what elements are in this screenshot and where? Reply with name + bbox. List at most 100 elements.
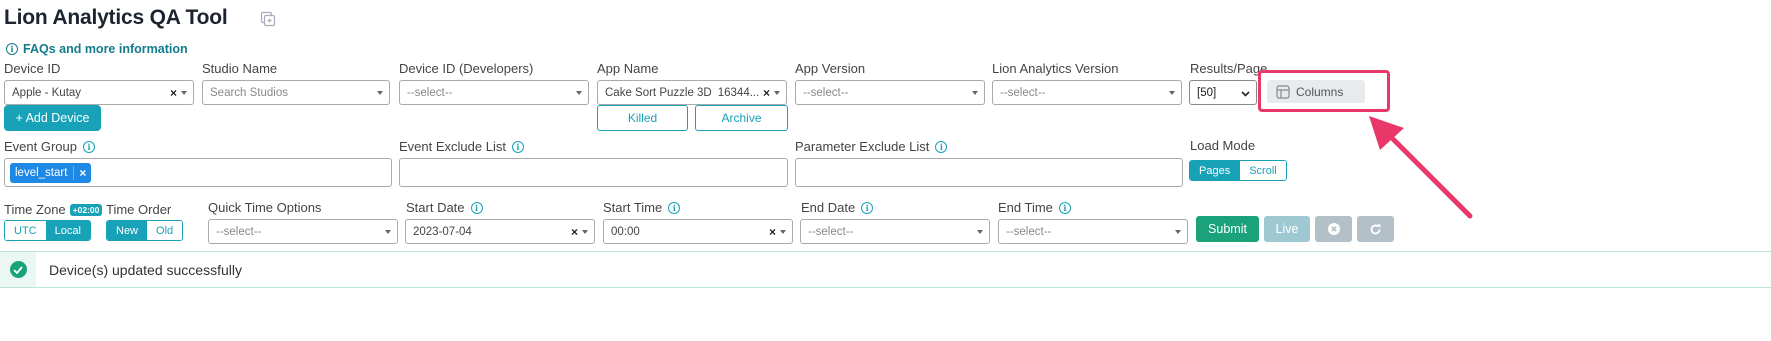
info-icon[interactable]: i <box>668 201 681 214</box>
refresh-icon <box>1370 224 1381 234</box>
clear-icon[interactable]: × <box>170 86 177 100</box>
device-id-value: Apple - Kutay <box>12 86 82 99</box>
time-order-label: Time Order <box>106 202 172 217</box>
start-date-value: 2023-07-04 <box>413 225 472 238</box>
refresh-button[interactable] <box>1357 216 1394 242</box>
time-zone-badge: +02:00 <box>69 203 103 216</box>
check-circle-icon <box>9 261 27 278</box>
close-circle-icon <box>1327 223 1340 235</box>
time-order-new[interactable]: New <box>107 221 148 240</box>
studio-name-select[interactable]: Search Studios <box>202 80 390 105</box>
event-group-input[interactable]: level_start × <box>4 158 392 187</box>
load-mode-toggle[interactable]: Pages Scroll <box>1189 160 1287 181</box>
param-exclude-label: Parameter Exclude List i <box>795 139 948 154</box>
device-id-dev-select[interactable]: --select-- <box>399 80 589 105</box>
info-icon: i <box>6 43 18 55</box>
results-page-value: [50] <box>1197 86 1217 99</box>
app-name-suffix: 16344... <box>717 86 760 99</box>
app-name-select[interactable]: Cake Sort Puzzle 3D 16344... × <box>597 80 787 105</box>
start-time-label-text: Start Time <box>603 200 663 215</box>
time-zone-local[interactable]: Local <box>45 221 90 240</box>
info-icon[interactable]: i <box>1058 201 1071 214</box>
columns-icon <box>1276 84 1290 99</box>
info-icon[interactable]: i <box>861 201 874 214</box>
faq-link-text[interactable]: FAQs and more information <box>23 42 188 56</box>
event-exclude-label: Event Exclude List i <box>399 139 524 154</box>
info-icon[interactable]: i <box>511 140 524 153</box>
start-time-select[interactable]: 00:00 × <box>603 219 793 244</box>
end-time-placeholder: --select-- <box>1006 225 1052 238</box>
end-date-label: End Date i <box>801 200 874 215</box>
time-zone-toggle[interactable]: UTC Local <box>4 220 91 241</box>
chevron-down-icon <box>774 91 780 95</box>
end-date-label-text: End Date <box>801 200 856 215</box>
end-time-label: End Time i <box>998 200 1071 215</box>
chevron-down-icon <box>1241 91 1250 97</box>
clear-button[interactable] <box>1315 216 1352 242</box>
pointer-arrow <box>1369 116 1473 219</box>
device-id-label: Device ID <box>4 61 61 76</box>
start-date-label-text: Start Date <box>406 200 465 215</box>
info-icon[interactable]: i <box>470 201 483 214</box>
lion-version-label: Lion Analytics Version <box>992 61 1119 76</box>
time-zone-utc[interactable]: UTC <box>5 221 46 240</box>
columns-label: Columns <box>1296 84 1344 99</box>
end-time-label-text: End Time <box>998 200 1053 215</box>
time-zone-label-text: Time Zone <box>4 202 66 217</box>
archive-button[interactable]: Archive <box>695 105 788 131</box>
results-page-select[interactable]: [50] <box>1189 80 1257 105</box>
end-date-select[interactable]: --select-- <box>800 219 990 244</box>
studio-name-placeholder: Search Studios <box>210 86 288 99</box>
event-exclude-input[interactable] <box>399 158 788 187</box>
load-mode-pages[interactable]: Pages <box>1190 161 1240 180</box>
time-order-toggle[interactable]: New Old <box>106 220 184 241</box>
time-zone-label: Time Zone +02:00 <box>4 202 103 217</box>
param-exclude-input[interactable] <box>795 158 1183 187</box>
load-mode-scroll[interactable]: Scroll <box>1239 161 1286 180</box>
start-date-select[interactable]: 2023-07-04 × <box>405 219 595 244</box>
event-group-label: Event Group i <box>4 139 95 154</box>
time-order-old[interactable]: Old <box>147 221 183 240</box>
device-id-dev-placeholder: --select-- <box>407 86 453 99</box>
chevron-down-icon <box>377 91 383 95</box>
copy-icon[interactable] <box>260 11 276 27</box>
end-time-select[interactable]: --select-- <box>998 219 1188 244</box>
chevron-down-icon <box>576 91 582 95</box>
start-date-label: Start Date i <box>406 200 483 215</box>
param-exclude-label-text: Parameter Exclude List <box>795 139 930 154</box>
submit-button[interactable]: Submit <box>1196 216 1259 242</box>
quick-time-label: Quick Time Options <box>208 200 322 215</box>
load-mode-label: Load Mode <box>1190 138 1256 153</box>
clear-icon[interactable]: × <box>763 86 770 100</box>
alert-icon-box <box>0 252 36 287</box>
info-icon[interactable]: i <box>83 140 95 153</box>
clear-icon[interactable]: × <box>769 225 776 239</box>
end-date-placeholder: --select-- <box>808 225 854 238</box>
lion-version-select[interactable]: --select-- <box>992 80 1182 105</box>
quick-time-select[interactable]: --select-- <box>208 219 398 244</box>
chevron-down-icon <box>582 230 588 234</box>
event-tag: level_start × <box>10 163 92 183</box>
add-device-button[interactable]: + Add Device <box>4 105 101 131</box>
chevron-down-icon <box>1169 91 1175 95</box>
app-version-select[interactable]: --select-- <box>795 80 985 105</box>
device-id-dev-label: Device ID (Developers) <box>399 61 534 76</box>
studio-name-label: Studio Name <box>202 61 278 76</box>
event-tag-label: level_start <box>15 167 68 179</box>
app-version-placeholder: --select-- <box>803 86 849 99</box>
results-page-label: Results/Page <box>1190 61 1268 76</box>
remove-tag-icon[interactable]: × <box>73 166 91 180</box>
app-name-value: Cake Sort Puzzle 3D <box>605 86 712 99</box>
live-button[interactable]: Live <box>1264 216 1310 242</box>
killed-button[interactable]: Killed <box>597 105 688 131</box>
clear-icon[interactable]: × <box>571 225 578 239</box>
start-time-value: 00:00 <box>611 225 640 238</box>
success-alert: Device(s) updated successfully <box>0 251 1771 288</box>
start-time-label: Start Time i <box>603 200 681 215</box>
chevron-down-icon <box>977 230 983 234</box>
event-exclude-label-text: Event Exclude List <box>399 139 506 154</box>
device-id-select[interactable]: Apple - Kutay × <box>4 80 194 105</box>
info-icon[interactable]: i <box>935 140 948 153</box>
columns-button[interactable]: Columns <box>1267 80 1365 103</box>
faq-link[interactable]: i FAQs and more information <box>6 42 188 56</box>
